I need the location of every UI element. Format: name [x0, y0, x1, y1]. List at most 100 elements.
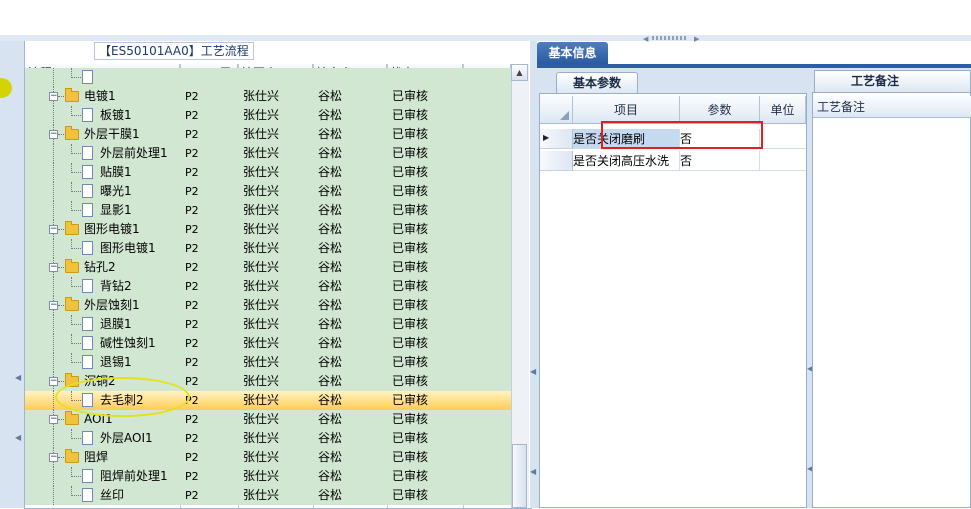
status-cell: 已审核 [392, 450, 429, 464]
collapse-toggle-icon[interactable]: − [49, 130, 58, 139]
reviewer-cell: 谷松 [318, 165, 343, 179]
table-row[interactable] [25, 68, 511, 87]
tree-line [58, 305, 64, 306]
collapse-toggle-icon[interactable]: − [49, 453, 58, 462]
status-cell: 已审核 [392, 165, 429, 179]
notes-column-header[interactable]: 工艺备注 [813, 96, 971, 118]
status-cell: 已审核 [392, 89, 429, 103]
params-header-value[interactable]: 参数 [680, 96, 760, 124]
tree-line [71, 495, 81, 496]
tree-item-label: 阻焊前处理1 [100, 469, 168, 483]
params-value-cell[interactable]: 否 [680, 151, 760, 171]
writer-cell: 张仕兴 [243, 260, 280, 274]
tree-item-label: 外层前处理1 [100, 146, 168, 160]
corner-triangle-icon [560, 111, 569, 120]
scrollbar-thumb[interactable] [512, 444, 527, 508]
table-row[interactable]: − 钻孔2 P2 张仕兴 谷松 已审核 [25, 258, 511, 277]
tree-line [71, 438, 81, 439]
table-row[interactable]: − 外层蚀刻1 P2 张仕兴 谷松 已审核 [25, 296, 511, 315]
tree-line [71, 286, 81, 287]
writer-cell: 张仕兴 [243, 488, 280, 502]
table-row[interactable]: 阻焊前处理1 P2 张仕兴 谷松 已审核 [25, 467, 511, 486]
tab-basic-params[interactable]: 基本参数 [556, 72, 638, 93]
writer-cell: 张仕兴 [243, 317, 280, 331]
collapse-toggle-icon[interactable]: − [49, 92, 58, 101]
collapse-toggle-icon[interactable]: − [49, 301, 58, 310]
collapse-toggle-icon[interactable]: − [49, 225, 58, 234]
table-row[interactable]: 丝印 P2 张仕兴 谷松 已审核 [25, 486, 511, 505]
tree-line [71, 172, 81, 173]
folder-icon [65, 259, 79, 273]
splitter-arrow-icon[interactable]: ◀ [15, 433, 21, 442]
table-row[interactable]: 碱性蚀刻1 P2 张仕兴 谷松 已审核 [25, 334, 511, 353]
tree-line [53, 467, 54, 486]
splitter-arrow-icon[interactable]: ◀ [530, 467, 536, 476]
vertical-splitter[interactable]: ◀ ◀ [530, 41, 537, 508]
table-row[interactable]: 曝光1 P2 张仕兴 谷松 已审核 [25, 182, 511, 201]
status-cell: 已审核 [392, 108, 429, 122]
tree-line [58, 419, 64, 420]
table-row[interactable]: 图形电镀1 P2 张仕兴 谷松 已审核 [25, 239, 511, 258]
tree-item-label: 外层AOI1 [100, 431, 153, 445]
table-row[interactable]: − 电镀1 P2 张仕兴 谷松 已审核 [25, 87, 511, 106]
collapse-arrow-icon[interactable]: ◀ [643, 35, 648, 43]
tree-line [53, 391, 54, 410]
splitter-arrow-icon[interactable]: ◀ [15, 373, 21, 382]
tree-folder-label: 电镀1 [84, 89, 116, 103]
bom-cell: P2 [185, 204, 199, 217]
tree-line [71, 210, 81, 211]
table-row[interactable]: 显影1 P2 张仕兴 谷松 已审核 [25, 201, 511, 220]
splitter-arrow-icon[interactable]: ◀ [530, 367, 536, 376]
folder-icon [65, 126, 79, 140]
scroll-up-icon[interactable]: ▲ [511, 64, 528, 81]
tree-item-label: 背钻2 [100, 279, 132, 293]
writer-cell: 张仕兴 [243, 393, 280, 407]
tab-process-notes[interactable]: 工艺备注 [814, 70, 971, 92]
splitter-grip[interactable] [652, 36, 688, 40]
process-tree-grid: 流程 BOM工厂 编写人 核审人 状态 PPC −电镀1P2张仕兴谷松已审核板镀… [25, 64, 511, 508]
bom-cell: P2 [185, 109, 199, 122]
tree-item-label: 图形电镀1 [100, 241, 156, 255]
status-cell: 已审核 [392, 336, 429, 350]
status-cell: 已审核 [392, 146, 429, 160]
folder-icon [65, 411, 79, 425]
expand-arrow-icon[interactable]: ▶ [694, 35, 699, 43]
tree-line [58, 229, 64, 230]
reviewer-cell: 谷松 [318, 317, 343, 331]
table-row[interactable]: 贴膜1 P2 张仕兴 谷松 已审核 [25, 163, 511, 182]
status-cell: 已审核 [392, 469, 429, 483]
table-row[interactable]: 退膜1 P2 张仕兴 谷松 已审核 [25, 315, 511, 334]
reviewer-cell: 谷松 [318, 279, 343, 293]
tree-item-label: 退膜1 [100, 317, 132, 331]
reviewer-cell: 谷松 [318, 241, 343, 255]
reviewer-cell: 谷松 [318, 260, 343, 274]
tree-line [53, 182, 54, 201]
table-row[interactable]: 退锡1 P2 张仕兴 谷松 已审核 [25, 353, 511, 372]
params-row-header[interactable]: ▶ [540, 129, 573, 149]
bom-cell: P2 [185, 90, 199, 103]
tab-basic-info[interactable]: 基本信息 [537, 42, 608, 64]
table-row[interactable]: − 外层干膜1 P2 张仕兴 谷松 已审核 [25, 125, 511, 144]
table-row[interactable]: 外层AOI1 P2 张仕兴 谷松 已审核 [25, 429, 511, 448]
reviewer-cell: 谷松 [318, 374, 343, 388]
current-row-arrow-icon: ▶ [543, 133, 550, 142]
left-collapsed-panel[interactable]: ◀ ◀ [0, 41, 25, 508]
table-row[interactable]: − 阻焊 P2 张仕兴 谷松 已审核 [25, 448, 511, 467]
params-unit-cell[interactable] [760, 151, 806, 171]
collapse-toggle-icon[interactable]: − [49, 377, 58, 386]
params-item-cell[interactable]: 是否关闭高压水洗 [573, 151, 680, 171]
params-header-item[interactable]: 项目 [573, 96, 680, 124]
params-row-header[interactable] [540, 151, 573, 171]
params-unit-cell[interactable] [760, 129, 806, 149]
document-icon [82, 70, 93, 84]
collapse-toggle-icon[interactable]: − [49, 263, 58, 272]
table-row[interactable]: 背钻2 P2 张仕兴 谷松 已审核 [25, 277, 511, 296]
document-icon [82, 203, 93, 217]
tree-line [53, 486, 54, 505]
vertical-scrollbar[interactable] [511, 64, 529, 508]
table-row[interactable]: − 图形电镀1 P2 张仕兴 谷松 已审核 [25, 220, 511, 239]
params-header-unit[interactable]: 单位 [760, 96, 806, 124]
table-row[interactable]: 板镀1 P2 张仕兴 谷松 已审核 [25, 106, 511, 125]
collapse-toggle-icon[interactable]: − [49, 415, 58, 424]
table-row[interactable]: 外层前处理1 P2 张仕兴 谷松 已审核 [25, 144, 511, 163]
